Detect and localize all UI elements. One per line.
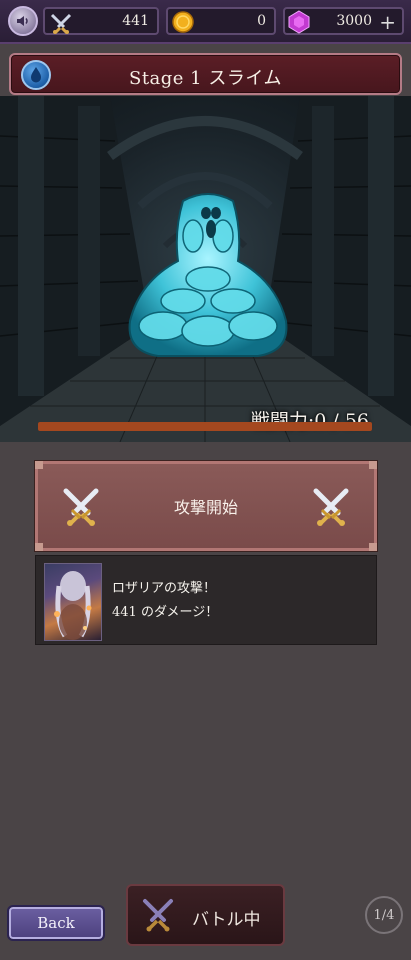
character-portrait: [44, 563, 102, 641]
speaker-icon: [17, 16, 28, 26]
frame-corner: [369, 543, 377, 551]
gems-counter: 3000 +: [283, 7, 404, 35]
crossed-swords-icon: [63, 488, 99, 526]
sound-button[interactable]: [8, 6, 38, 36]
purple-gem-icon: [288, 10, 310, 34]
back-button[interactable]: Back: [7, 905, 105, 941]
coins-counter: 0: [166, 7, 276, 35]
stage-header: Stage 1 スライム: [9, 53, 402, 95]
log-damage-message: 441 のダメージ！: [112, 605, 219, 620]
gold-coin-icon: [172, 11, 194, 33]
character-portrait-art: [54, 571, 92, 640]
battle-log-card: ロザリアの攻撃！ 441 のダメージ！: [35, 555, 377, 645]
frame-corner: [369, 461, 377, 469]
battle-scene: 戦闘力:0 / 56: [0, 96, 411, 442]
battle-status-button[interactable]: バトル中: [126, 884, 285, 946]
crossed-swords-icon: [143, 899, 173, 932]
page-indicator-label: 1/4: [373, 907, 395, 923]
gems-value: 3000: [336, 13, 372, 29]
attack-start-label: 攻撃開始: [173, 498, 238, 517]
crossed-swords-icon: [50, 13, 72, 35]
crossed-swords-icon: [313, 488, 349, 526]
combat-power-bar: [38, 422, 372, 431]
swords-value: 441: [122, 13, 149, 29]
page-indicator[interactable]: 1/4: [365, 896, 403, 934]
swords-counter: 441: [43, 7, 159, 35]
coins-value: 0: [257, 13, 266, 29]
add-gems-button[interactable]: +: [379, 12, 396, 32]
resource-bar: 441 0 3000 +: [0, 0, 411, 44]
slime-enemy[interactable]: [118, 191, 298, 361]
frame-corner: [35, 461, 43, 469]
log-attack-message: ロザリアの攻撃！: [112, 581, 217, 596]
stage-title: Stage 1 スライム: [128, 68, 282, 89]
combat-power-fill: [38, 422, 372, 431]
attack-start-button[interactable]: 攻撃開始: [34, 460, 378, 552]
battle-status-label: バトル中: [192, 910, 261, 930]
back-button-label: Back: [37, 914, 75, 932]
frame-corner: [35, 543, 43, 551]
